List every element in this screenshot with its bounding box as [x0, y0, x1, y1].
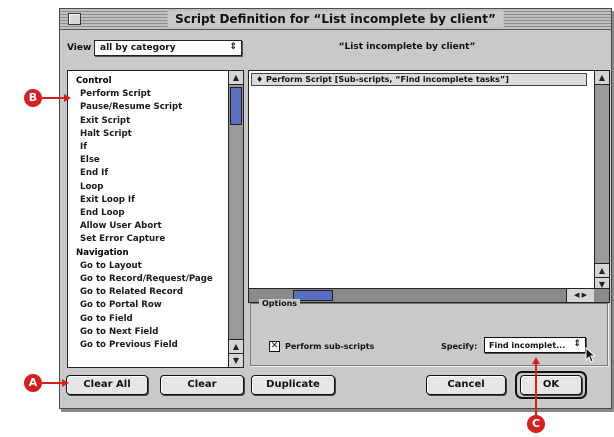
mouse-pointer-icon	[585, 347, 597, 363]
steps-list-item[interactable]: Set Error Capture	[76, 233, 229, 246]
callout-c-badge: C	[527, 415, 545, 433]
steps-list-item[interactable]: Go to Record/Request/Page	[76, 273, 229, 286]
hscroll-arrows-icon[interactable]: ◀ ▶	[566, 289, 594, 302]
specify-label: Specify:	[441, 342, 478, 351]
scroll-up-arrow-icon[interactable]: ▲	[595, 263, 609, 277]
steps-scroll-thumb[interactable]	[230, 87, 242, 125]
callout-a-arrow-icon	[62, 379, 69, 387]
steps-list-item[interactable]: Go to Field	[76, 313, 229, 326]
title-bar[interactable]: Script Definition for “List incomplete b…	[60, 9, 611, 30]
view-select[interactable]: all by category ⇕	[94, 40, 242, 56]
scroll-down-arrow-icon[interactable]: ▼	[229, 353, 243, 367]
steps-list-item[interactable]: End Loop	[76, 207, 229, 220]
clear-button[interactable]: Clear	[160, 375, 244, 395]
scroll-up-arrow-icon[interactable]: ▲	[229, 339, 243, 353]
specify-select-value: Find incomplet...	[489, 341, 566, 350]
steps-list-item[interactable]: Exit Loop If	[76, 194, 229, 207]
select-arrows-icon: ⇕	[229, 42, 237, 52]
scroll-up-arrow-icon[interactable]: ▲	[229, 71, 243, 85]
script-step-line[interactable]: ♦ Perform Script [Sub-scripts, “Find inc…	[251, 73, 587, 86]
callout-c-line	[535, 363, 537, 416]
script-steps-items: Control Perform Script Pause/Resume Script…	[68, 71, 229, 367]
steps-list-item[interactable]: Go to Related Record	[76, 286, 229, 299]
steps-list-item[interactable]: Go to Portal Row	[76, 299, 229, 312]
script-hscrollbar[interactable]: ◀ ▶	[249, 288, 609, 302]
steps-scrollbar[interactable]: ▲ ▲ ▼	[228, 71, 243, 367]
script-name-label: “List incomplete by client”	[338, 42, 476, 52]
steps-list-item[interactable]: Allow User Abort	[76, 220, 229, 233]
view-select-value: all by category	[100, 43, 176, 53]
steps-category-header: Navigation	[76, 247, 129, 258]
steps-list-item[interactable]: Loop	[76, 181, 229, 194]
steps-list-item[interactable]: Pause/Resume Script	[76, 101, 229, 114]
script-editor-pane[interactable]: ♦ Perform Script [Sub-scripts, “Find inc…	[248, 70, 610, 303]
options-label: Options	[259, 299, 301, 308]
cancel-button[interactable]: Cancel	[426, 375, 506, 395]
ok-button[interactable]: OK	[520, 375, 582, 395]
perform-subscripts-checkbox[interactable]: ✕	[269, 341, 280, 352]
callout-a-line	[42, 382, 64, 384]
steps-list-item[interactable]: Go to Next Field	[76, 326, 229, 339]
callout-b-line	[42, 97, 66, 99]
dialog-title: Script Definition for “List incomplete b…	[167, 11, 504, 27]
steps-list-item[interactable]: Go to Layout	[76, 260, 229, 273]
steps-list-item[interactable]: Halt Script	[76, 128, 229, 141]
select-arrows-icon: ⇕	[573, 339, 581, 349]
script-vscrollbar[interactable]: ▲ ▲ ▼	[594, 71, 609, 291]
steps-category-header: Control	[76, 76, 112, 86]
steps-list-item[interactable]: Perform Script	[76, 88, 229, 101]
view-label: View	[67, 43, 92, 53]
callout-a-badge: A	[24, 374, 42, 392]
steps-list-item[interactable]: Go to Previous Field	[76, 339, 229, 352]
duplicate-button[interactable]: Duplicate	[251, 375, 335, 395]
scroll-up-arrow-icon[interactable]: ▲	[595, 71, 609, 85]
close-box-icon[interactable]	[68, 13, 81, 25]
steps-list-item[interactable]: Exit Script	[76, 115, 229, 128]
callout-b-badge: B	[24, 89, 42, 107]
script-steps-list[interactable]: Control Perform Script Pause/Resume Script…	[67, 70, 244, 368]
steps-list-item[interactable]: If	[76, 141, 229, 154]
perform-subscripts-label[interactable]: Perform sub-scripts	[285, 342, 374, 351]
script-definition-dialog: Script Definition for “List incomplete b…	[59, 8, 612, 409]
options-group: Options ✕ Perform sub-scripts Specify: F…	[250, 299, 608, 366]
clear-all-button[interactable]: Clear All	[66, 375, 148, 395]
steps-list-item[interactable]: Else	[76, 154, 229, 167]
specify-select[interactable]: Find incomplet... ⇕	[484, 337, 586, 353]
steps-list-item[interactable]: End If	[76, 167, 229, 180]
callout-b-arrow-icon	[64, 94, 71, 102]
